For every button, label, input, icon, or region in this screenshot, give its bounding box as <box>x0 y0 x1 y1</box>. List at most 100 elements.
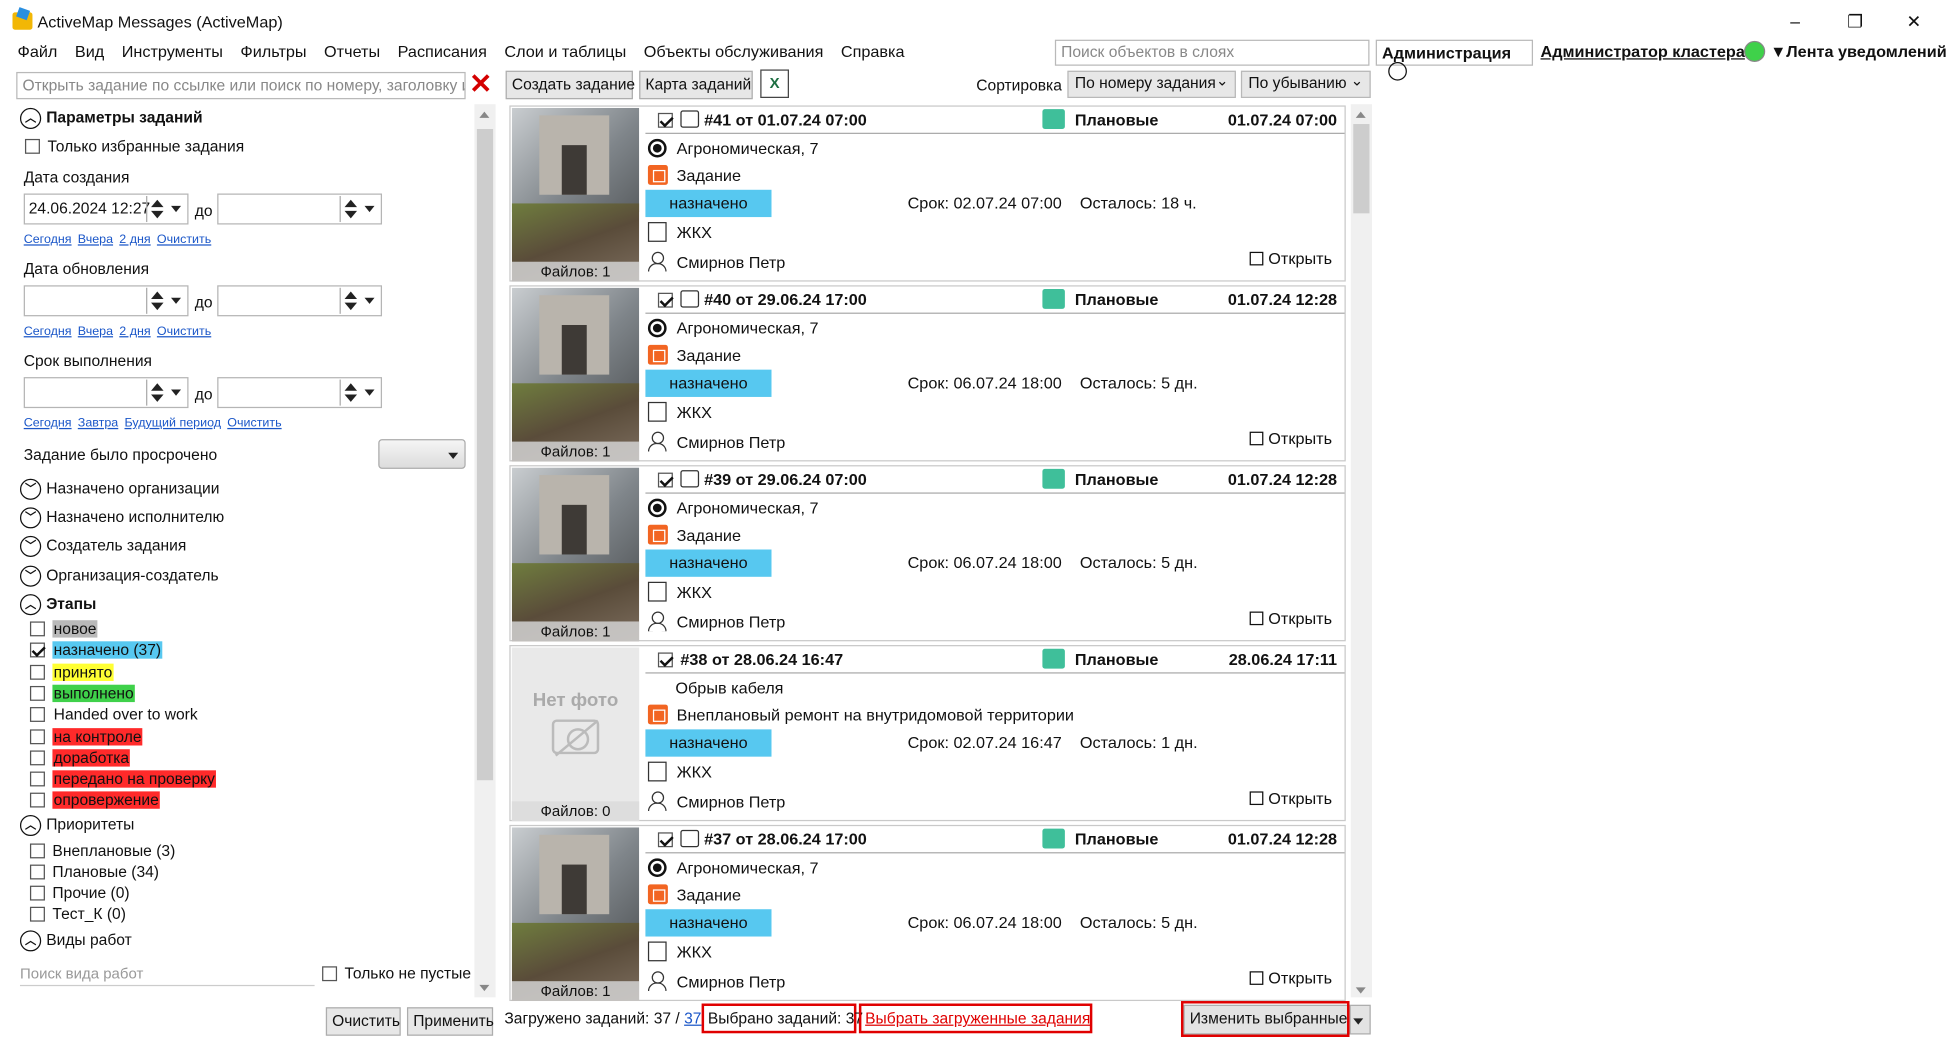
section-assigned-executor[interactable]: ﹀ Назначено исполнителю <box>19 507 224 529</box>
menu-view[interactable]: Вид <box>75 40 104 65</box>
scroll-up-icon[interactable] <box>479 111 490 118</box>
priority-checkbox[interactable]: Тест_К (0) <box>29 906 126 927</box>
admin-button[interactable]: Администрация <box>1375 39 1534 81</box>
task-select-checkbox[interactable] <box>657 832 673 848</box>
excel-export-icon[interactable]: X <box>760 69 789 98</box>
stage-checkbox[interactable]: доработка <box>29 748 131 770</box>
menu-reports[interactable]: Отчеты <box>324 40 380 65</box>
menu-objects[interactable]: Объекты обслуживания <box>644 40 824 65</box>
stage-checkbox[interactable]: на контроле <box>29 727 143 749</box>
open-task-link[interactable]: Открыть <box>1249 969 1332 987</box>
open-task-link[interactable]: Открыть <box>1249 789 1332 808</box>
spinner-icon[interactable] <box>146 379 166 406</box>
dropdown-icon[interactable] <box>361 196 380 222</box>
stage-checkbox[interactable]: назначено (37) <box>29 641 163 663</box>
open-task-link[interactable]: Открыть <box>1249 609 1332 628</box>
layer-search-input[interactable]: Поиск объектов в слоях <box>1054 39 1370 66</box>
clear-filters-button[interactable]: Очистить <box>325 1007 401 1036</box>
quick-clear[interactable]: Очистить <box>157 233 211 247</box>
apply-filters-button[interactable]: Применить <box>406 1007 494 1036</box>
quick-2days[interactable]: 2 дня <box>119 233 150 247</box>
minimize-button[interactable]: – <box>1770 7 1820 34</box>
quick-clear[interactable]: Очистить <box>227 417 281 431</box>
task-select-checkbox[interactable] <box>657 292 673 308</box>
quick-today[interactable]: Сегодня <box>24 325 72 339</box>
deadline-from-field[interactable] <box>23 377 189 409</box>
stage-checkbox[interactable]: передано на проверку <box>29 770 217 791</box>
scroll-down-icon[interactable] <box>479 984 490 992</box>
priorities-section-header[interactable]: ︿ Приоритеты <box>19 814 134 837</box>
scroll-down-icon[interactable] <box>1355 987 1366 994</box>
nonempty-only-checkbox[interactable]: Только не пустые <box>322 965 471 982</box>
task-photo[interactable]: Файлов: 1 <box>511 467 640 642</box>
favorites-only-checkbox[interactable]: Только избранные задания <box>24 138 244 155</box>
created-from-field[interactable]: 24.06.2024 12:27 <box>23 193 189 225</box>
work-search-input[interactable]: Поиск вида работ <box>19 965 315 987</box>
quick-2days[interactable]: 2 дня <box>119 325 150 339</box>
created-to-field[interactable] <box>217 193 383 225</box>
loaded-total-link[interactable]: 37 <box>684 1010 701 1027</box>
scroll-up-icon[interactable] <box>1355 111 1366 118</box>
dropdown-icon[interactable] <box>167 288 186 314</box>
menu-help[interactable]: Справка <box>841 40 905 65</box>
sort-by-select[interactable]: По номеру задания <box>1067 70 1236 98</box>
task-photo[interactable]: Файлов: 1 <box>511 287 640 462</box>
task-photo[interactable]: Файлов: 1 <box>511 827 640 1002</box>
priority-checkbox[interactable]: Плановые (34) <box>29 863 159 884</box>
task-list-scrollbar[interactable] <box>1350 104 1372 998</box>
section-assigned-org[interactable]: ﹀ Назначено организации <box>19 478 219 500</box>
create-task-button[interactable]: Создать задание <box>505 70 635 100</box>
menu-schedules[interactable]: Расписания <box>398 40 487 65</box>
menu-tools[interactable]: Инструменты <box>122 40 223 65</box>
overdue-select[interactable] <box>378 439 466 469</box>
params-section-header[interactable]: ︿ Параметры заданий <box>19 107 203 130</box>
spinner-icon[interactable] <box>339 379 360 406</box>
open-task-link[interactable]: Открыть <box>1249 429 1332 448</box>
notifications-feed[interactable]: ▼Лента уведомлений <box>1770 42 1946 61</box>
dropdown-icon[interactable] <box>361 288 380 314</box>
updated-to-field[interactable] <box>217 285 383 317</box>
quick-tomorrow[interactable]: Завтра <box>78 417 118 431</box>
task-map-button[interactable]: Карта заданий <box>639 70 753 100</box>
close-button[interactable]: ✕ <box>1889 7 1939 34</box>
change-selected-dropdown[interactable] <box>1349 1004 1371 1035</box>
menu-file[interactable]: Файл <box>17 40 57 65</box>
task-photo[interactable]: Файлов: 1 <box>511 107 640 282</box>
quick-today[interactable]: Сегодня <box>24 233 72 247</box>
task-card[interactable]: Нет фото Файлов: 0 #38 от 28.06.24 16:47 Пл… <box>509 645 1346 822</box>
scroll-thumb[interactable] <box>1353 124 1370 214</box>
stages-section-header[interactable]: ︿ Этапы <box>19 594 96 616</box>
task-select-checkbox[interactable] <box>657 472 673 488</box>
work-types-section-header[interactable]: ︿ Виды работ <box>19 930 132 952</box>
stage-checkbox[interactable]: Handed over to work <box>29 706 199 727</box>
quick-clear[interactable]: Очистить <box>157 325 211 339</box>
spinner-icon[interactable] <box>146 287 166 314</box>
spinner-icon[interactable] <box>339 287 360 314</box>
sort-order-select[interactable]: По убыванию <box>1240 70 1371 98</box>
dropdown-icon[interactable] <box>361 380 380 406</box>
dropdown-icon[interactable] <box>167 196 186 222</box>
deadline-to-field[interactable] <box>217 377 383 409</box>
task-card[interactable]: Файлов: 1 #41 от 01.07.24 07:00 Плановые 01… <box>509 105 1346 282</box>
task-card[interactable]: Файлов: 1 #40 от 29.06.24 17:00 Плановые 01… <box>509 285 1346 462</box>
task-select-checkbox[interactable] <box>657 112 673 128</box>
menu-layers[interactable]: Слои и таблицы <box>504 40 626 65</box>
updated-from-field[interactable] <box>23 285 189 317</box>
stage-checkbox[interactable]: новое <box>29 620 98 641</box>
menu-filters[interactable]: Фильтры <box>240 40 306 65</box>
clear-search-icon[interactable]: ✕ <box>468 70 493 98</box>
section-creator-org[interactable]: ﹀ Организация-создатель <box>19 565 219 587</box>
maximize-button[interactable]: ❐ <box>1830 7 1880 34</box>
priority-checkbox[interactable]: Прочие (0) <box>29 884 130 905</box>
section-task-creator[interactable]: ﹀ Создатель задания <box>19 535 186 557</box>
scroll-thumb[interactable] <box>476 129 494 781</box>
stage-checkbox[interactable]: выполнено <box>29 684 135 706</box>
filter-scrollbar[interactable] <box>474 104 496 998</box>
quick-yesterday[interactable]: Вчера <box>78 325 113 339</box>
spinner-icon[interactable] <box>146 195 166 223</box>
priority-checkbox[interactable]: Внеплановые (3) <box>29 842 175 863</box>
quick-today[interactable]: Сегодня <box>24 417 72 431</box>
task-search-input[interactable]: Открыть задание по ссылке или поиск по н… <box>16 71 466 100</box>
cluster-admin-link[interactable]: Администратор кластера <box>1541 42 1745 61</box>
dropdown-icon[interactable] <box>167 380 186 406</box>
